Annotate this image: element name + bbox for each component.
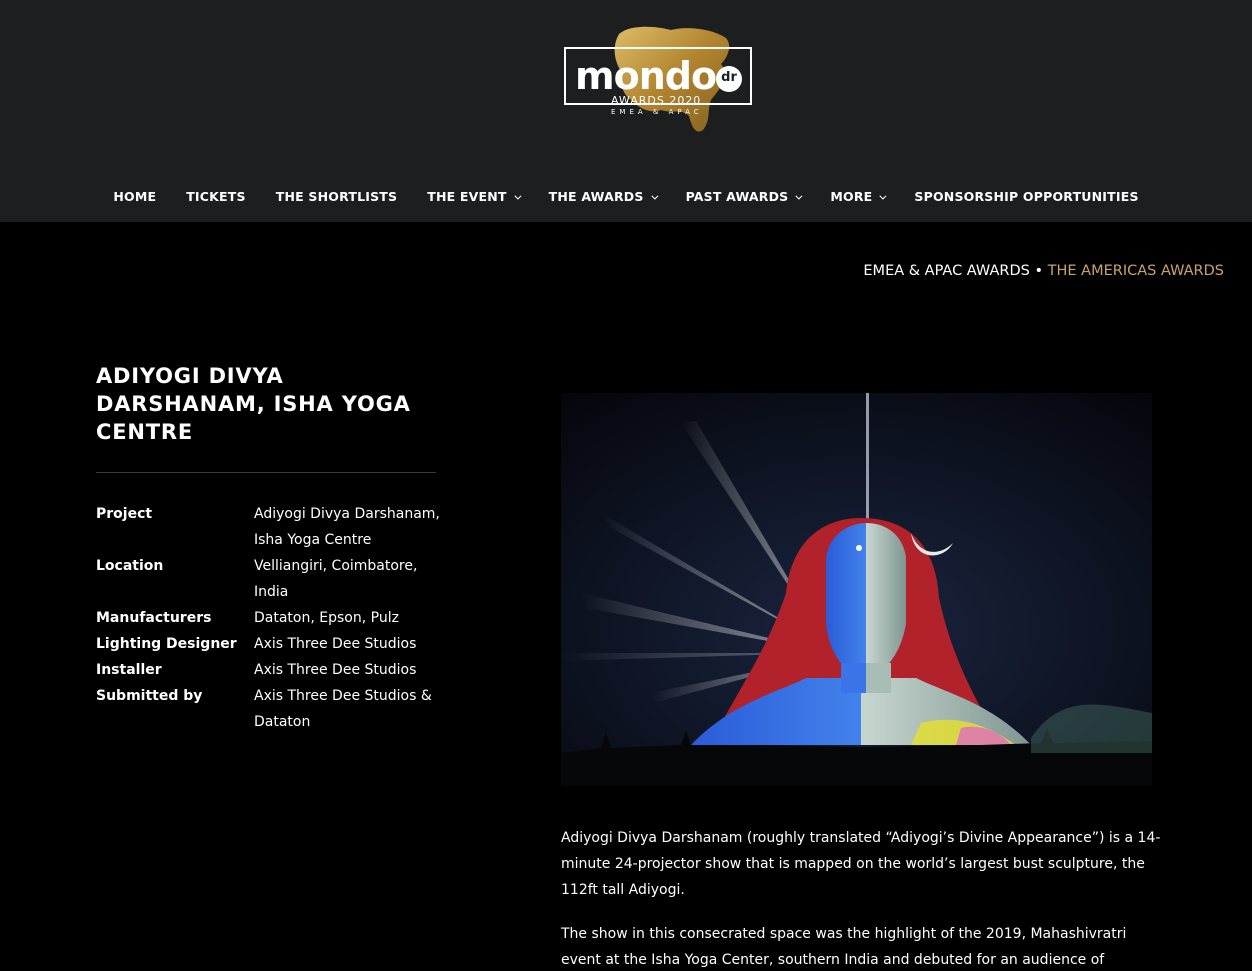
nav-tickets[interactable]: TICKETS bbox=[171, 186, 261, 208]
detail-row-installer: Installer Axis Three Dee Studios bbox=[96, 657, 441, 683]
project-hero-image bbox=[561, 393, 1152, 786]
detail-row-manufacturers: Manufacturers Dataton, Epson, Pulz bbox=[96, 605, 441, 631]
main-nav: HOME TICKETS THE SHORTLISTS THE EVENT TH… bbox=[0, 186, 1252, 208]
site-header: mondo dr AWARDS 2020 EMEA & APAC HOME TI… bbox=[0, 0, 1252, 222]
project-description: Adiyogi Divya Darshanam (roughly transla… bbox=[561, 825, 1161, 971]
nav-label: MORE bbox=[830, 189, 873, 204]
nav-shortlists[interactable]: THE SHORTLISTS bbox=[261, 186, 413, 208]
detail-row-project: Project Adiyogi Divya Darshanam, Isha Yo… bbox=[96, 501, 441, 553]
detail-value: Axis Three Dee Studios & Dataton bbox=[254, 688, 432, 730]
nav-label: THE AWARDS bbox=[548, 189, 644, 204]
detail-row-lighting-designer: Lighting Designer Axis Three Dee Studios bbox=[96, 631, 441, 657]
nav-label: THE EVENT bbox=[427, 189, 507, 204]
nav-home[interactable]: HOME bbox=[98, 186, 171, 208]
title-divider bbox=[96, 472, 436, 473]
region-separator: • bbox=[1029, 263, 1048, 279]
nav-more[interactable]: MORE bbox=[815, 186, 899, 208]
detail-label: Lighting Designer bbox=[96, 636, 237, 652]
detail-value: Adiyogi Divya Darshanam, Isha Yoga Centr… bbox=[254, 506, 440, 548]
logo-dr-badge: dr bbox=[716, 66, 742, 92]
description-paragraph-2: The show in this consecrated space was t… bbox=[561, 926, 1127, 968]
region-link-americas[interactable]: THE AMERICAS AWARDS bbox=[1048, 263, 1224, 279]
detail-label: Submitted by bbox=[96, 688, 203, 704]
logo-region: EMEA & APAC bbox=[611, 108, 703, 116]
chevron-down-icon bbox=[879, 192, 887, 200]
nav-label: TICKETS bbox=[186, 189, 246, 204]
nav-label: HOME bbox=[113, 189, 157, 204]
detail-value: Axis Three Dee Studios bbox=[254, 662, 417, 678]
detail-value: Dataton, Epson, Pulz bbox=[254, 610, 399, 626]
project-details: Project Adiyogi Divya Darshanam, Isha Yo… bbox=[96, 501, 441, 735]
region-link-emea-apac[interactable]: EMEA & APAC AWARDS bbox=[863, 263, 1029, 279]
detail-label: Installer bbox=[96, 662, 162, 678]
detail-value: Axis Three Dee Studios bbox=[254, 636, 417, 652]
nav-label: SPONSORSHIP OPPORTUNITIES bbox=[914, 189, 1139, 204]
detail-value: Velliangiri, Coimbatore, India bbox=[254, 558, 418, 600]
description-paragraph-1: Adiyogi Divya Darshanam (roughly transla… bbox=[561, 830, 1161, 898]
detail-row-submitted-by: Submitted by Axis Three Dee Studios & Da… bbox=[96, 683, 441, 735]
nav-the-event[interactable]: THE EVENT bbox=[412, 186, 533, 208]
detail-label: Project bbox=[96, 506, 153, 522]
chevron-down-icon bbox=[795, 192, 803, 200]
logo-wordmark: mondo bbox=[575, 54, 717, 98]
detail-label: Location bbox=[96, 558, 164, 574]
nav-label: THE SHORTLISTS bbox=[275, 189, 398, 204]
nav-the-awards[interactable]: THE AWARDS bbox=[534, 186, 671, 208]
logo-awards-year: AWARDS 2020 bbox=[611, 94, 702, 107]
project-title: ADIYOGI DIVYA DARSHANAM, ISHA YOGA CENTR… bbox=[96, 364, 411, 444]
chevron-down-icon bbox=[650, 192, 659, 200]
region-switch: EMEA & APAC AWARDS • THE AMERICAS AWARDS bbox=[863, 263, 1224, 279]
mondo-dr-logo[interactable]: mondo dr AWARDS 2020 EMEA & APAC bbox=[561, 24, 757, 140]
chevron-down-icon bbox=[514, 192, 522, 200]
nav-sponsorship[interactable]: SPONSORSHIP OPPORTUNITIES bbox=[899, 186, 1153, 208]
nav-past-awards[interactable]: PAST AWARDS bbox=[671, 186, 816, 208]
detail-row-location: Location Velliangiri, Coimbatore, India bbox=[96, 553, 441, 605]
nav-label: PAST AWARDS bbox=[685, 189, 789, 204]
detail-label: Manufacturers bbox=[96, 610, 212, 626]
